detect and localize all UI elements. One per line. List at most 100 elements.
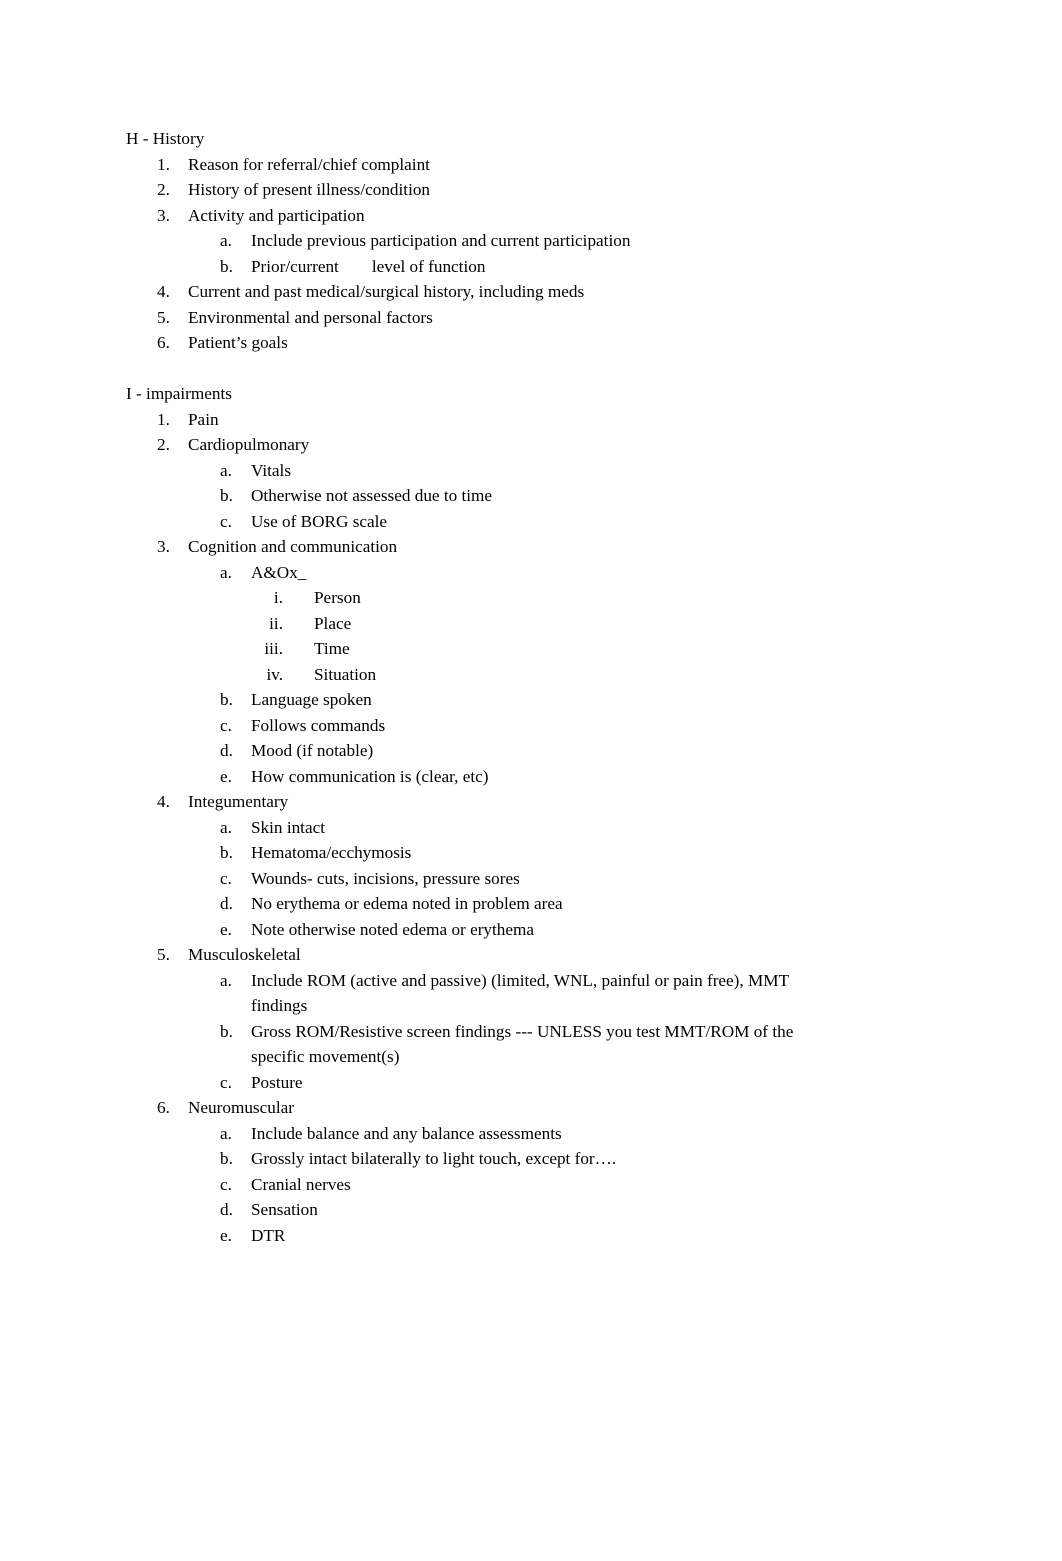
list-marker: a. <box>220 817 232 837</box>
list-marker: b. <box>220 843 233 862</box>
outline-item-text: Pain <box>188 409 219 429</box>
outline-item-text: Patient’s goals <box>188 333 288 352</box>
outline-item-text: No erythema or edema noted in problem ar… <box>251 894 563 913</box>
outline-item-text: Wounds- cuts, incisions, pressure sores <box>251 868 520 888</box>
outline-item-text: Include ROM (active and passive) (limite… <box>251 970 794 1016</box>
outline-item-level-1: 2. History of present illness/condition <box>126 177 826 203</box>
list-marker: iii. <box>264 639 283 658</box>
list-marker: c. <box>220 1174 232 1194</box>
outline-item-text: Activity and participation <box>188 205 365 225</box>
outline-item-text-part: Prior/current <box>251 256 339 276</box>
outline-item-text: Environmental and personal factors <box>188 307 433 327</box>
list-marker: 4. <box>157 792 170 811</box>
outline-item-level-1: 3. Activity and participation <box>126 203 826 229</box>
list-marker: b. <box>220 1149 233 1168</box>
outline-item-level-2: e. DTR <box>126 1223 826 1249</box>
outline-item-text: Include previous participation and curre… <box>251 231 631 250</box>
outline-item-text: Otherwise not assessed due to time <box>251 486 493 505</box>
list-marker: 2. <box>157 435 170 454</box>
document-body: H - History 1. Reason for referral/chief c… <box>126 126 826 1248</box>
list-marker: b. <box>220 486 233 505</box>
outline-item-level-2: d. Mood (if notable) <box>126 738 826 764</box>
list-marker: 6. <box>157 1098 170 1117</box>
outline-item-level-1: 2. Cardiopulmonary <box>126 432 826 458</box>
outline-item-level-2: a. Vitals <box>126 458 826 484</box>
outline-item-text: Include balance and any balance assessme… <box>251 1123 562 1143</box>
outline-item-level-1: 1. Pain <box>126 407 826 433</box>
list-marker: c. <box>220 1072 232 1092</box>
outline-item-level-2: a. Include balance and any balance assess… <box>126 1121 826 1147</box>
outline-item-text: Cardiopulmonary <box>188 435 310 454</box>
outline-item-level-2: a. Include previous participation and cur… <box>126 228 826 254</box>
outline-item-text: A&Ox_ <box>251 562 307 582</box>
list-marker: 1. <box>157 154 170 174</box>
outline-item-level-2: a. Skin intact <box>126 815 826 841</box>
outline-item-level-2: b. Prior/current level of function <box>126 254 826 280</box>
outline-item-level-2: c. Cranial nerves <box>126 1172 826 1198</box>
list-marker: a. <box>220 970 232 990</box>
list-marker: a. <box>220 231 232 250</box>
outline-item-text: Skin intact <box>251 817 325 837</box>
outline-item-text: Follows commands <box>251 715 386 735</box>
outline-item-text: Reason for referral/chief complaint <box>188 154 430 174</box>
outline-item-text: Time <box>314 639 350 658</box>
outline-item-text: How communication is (clear, etc) <box>251 766 489 786</box>
outline-item-level-1: 1. Reason for referral/chief complaint <box>126 152 826 178</box>
outline-item-text: Gross ROM/Resistive screen findings --- … <box>251 1021 798 1067</box>
outline-item-level-2: c. Follows commands <box>126 713 826 739</box>
outline-item-level-2: c. Wounds- cuts, incisions, pressure sore… <box>126 866 826 892</box>
outline-item-level-1: 6. Patient’s goals <box>126 330 826 356</box>
outline-item-level-1: 4. Current and past medical/surgical hist… <box>126 279 826 305</box>
document-page: H - History 1. Reason for referral/chief c… <box>0 0 1062 1561</box>
list-marker: 2. <box>157 180 170 199</box>
list-marker: e. <box>220 766 232 786</box>
outline-item-level-2: c. Posture <box>126 1070 826 1096</box>
outline-item-text: Note otherwise noted edema or erythema <box>251 919 535 939</box>
section-heading: I - impairments <box>126 384 232 403</box>
outline-item-level-2: a. Include ROM (active and passive) (limi… <box>126 968 826 1019</box>
outline-item-text: Current and past medical/surgical histor… <box>188 282 585 301</box>
outline-item-text: Cranial nerves <box>251 1174 351 1194</box>
outline-item-text: Person <box>314 588 361 607</box>
outline-item-level-2: e. How communication is (clear, etc) <box>126 764 826 790</box>
list-marker: a. <box>220 1123 232 1143</box>
outline-item-level-2: b. Grossly intact bilaterally to light to… <box>126 1146 826 1172</box>
outline-item-text: Use of BORG scale <box>251 511 388 531</box>
outline-item-level-3: i. Person <box>126 585 826 611</box>
outline-item-level-2: b. Gross ROM/Resistive screen findings --… <box>126 1019 826 1070</box>
list-marker: d. <box>220 894 233 913</box>
list-marker: b. <box>220 1021 233 1041</box>
list-marker: e. <box>220 919 232 939</box>
list-marker: 1. <box>157 409 170 429</box>
outline-item-text-part: level of function <box>371 256 486 276</box>
outline-item-text: Language spoken <box>251 690 372 709</box>
section-heading: H - History <box>126 129 205 148</box>
outline-item-level-2: d. No erythema or edema noted in problem … <box>126 891 826 917</box>
list-marker: ii. <box>269 613 283 633</box>
list-marker: 5. <box>157 307 170 327</box>
outline-item-text: Vitals <box>251 460 292 480</box>
outline-item-level-2: b. Otherwise not assessed due to time <box>126 483 826 509</box>
list-marker: 4. <box>157 282 170 301</box>
outline-item-text: Neuromuscular <box>188 1098 294 1117</box>
outline-item-text: Grossly intact bilaterally to light touc… <box>251 1149 617 1168</box>
list-marker: i. <box>273 588 283 607</box>
outline-item-level-1: 4. Integumentary <box>126 789 826 815</box>
outline-item-level-3: iii. Time <box>126 636 826 662</box>
outline-item-text: Mood (if notable) <box>251 741 374 760</box>
list-marker: e. <box>220 1225 232 1245</box>
list-marker: 6. <box>157 333 170 352</box>
list-marker: 3. <box>157 205 170 225</box>
outline-item-text: Sensation <box>251 1200 318 1219</box>
outline-item-text: Situation <box>314 664 377 684</box>
outline-item-level-2: d. Sensation <box>126 1197 826 1223</box>
list-marker: d. <box>220 741 233 760</box>
list-marker: b. <box>220 256 233 276</box>
outline-item-text: DTR <box>251 1225 286 1245</box>
outline-item-text: Integumentary <box>188 792 289 811</box>
list-marker: c. <box>220 868 232 888</box>
outline-item-text: Cognition and communication <box>188 537 398 556</box>
list-marker: 3. <box>157 537 170 556</box>
outline-item-text: Musculoskeletal <box>188 945 301 964</box>
